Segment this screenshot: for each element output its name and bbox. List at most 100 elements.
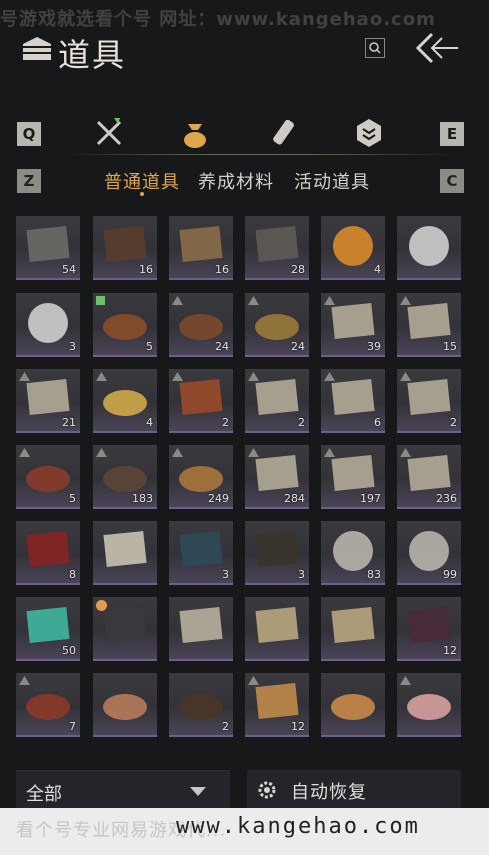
item-slot[interactable]: 197 bbox=[321, 445, 385, 509]
item-slot[interactable] bbox=[93, 673, 157, 737]
prev-category-key[interactable]: Q bbox=[17, 122, 41, 146]
item-slot[interactable] bbox=[169, 597, 233, 661]
filter-dropdown[interactable]: 全部 bbox=[16, 770, 230, 810]
item-slot[interactable]: 5 bbox=[93, 293, 157, 357]
item-count: 83 bbox=[367, 568, 381, 581]
item-grid: 54 16 16 28 4 3 5 24 24 39 15 21 4 2 2 6 2 5 183 249 284 197 2… bbox=[16, 216, 476, 756]
item-count: 249 bbox=[208, 492, 229, 505]
item-count: 3 bbox=[69, 340, 76, 353]
item-slot[interactable]: 21 bbox=[16, 369, 80, 433]
item-slot[interactable]: 28 bbox=[245, 216, 309, 280]
item-slot[interactable]: 83 bbox=[321, 521, 385, 585]
item-count: 183 bbox=[132, 492, 153, 505]
active-tab-dot bbox=[140, 192, 144, 196]
prev-subtab-key[interactable]: Z bbox=[17, 169, 41, 193]
item-count: 197 bbox=[360, 492, 381, 505]
item-slot[interactable]: 2 bbox=[397, 369, 461, 433]
watermark-bottom: 看个号专业网易游戏代... www.kangehao.com bbox=[0, 808, 489, 855]
tab-normal-items[interactable]: 普通道具 bbox=[104, 168, 180, 194]
item-count: 5 bbox=[69, 492, 76, 505]
item-slot[interactable]: 54 bbox=[16, 216, 80, 280]
item-slot[interactable]: 16 bbox=[93, 216, 157, 280]
item-count: 15 bbox=[443, 340, 457, 353]
item-count: 99 bbox=[443, 568, 457, 581]
item-count: 4 bbox=[374, 263, 381, 276]
item-slot[interactable] bbox=[397, 673, 461, 737]
item-count: 4 bbox=[146, 416, 153, 429]
item-slot[interactable]: 8 bbox=[16, 521, 80, 585]
item-slot[interactable]: 236 bbox=[397, 445, 461, 509]
item-count: 3 bbox=[298, 568, 305, 581]
item-slot[interactable]: 39 bbox=[321, 293, 385, 357]
watermark-url: www.kangehao.com bbox=[176, 814, 420, 839]
sect-emblem-icon bbox=[409, 226, 449, 266]
item-count: 2 bbox=[222, 416, 229, 429]
item-slot[interactable]: 3 bbox=[16, 293, 80, 357]
item-slot[interactable]: 24 bbox=[245, 293, 309, 357]
item-count: 16 bbox=[215, 263, 229, 276]
item-slot[interactable]: 12 bbox=[397, 597, 461, 661]
item-slot[interactable]: 7 bbox=[16, 673, 80, 737]
tab-materials[interactable]: 养成材料 bbox=[198, 168, 274, 194]
item-slot[interactable]: 50 bbox=[16, 597, 80, 661]
scroll-icon[interactable] bbox=[266, 116, 300, 150]
item-slot[interactable]: 183 bbox=[93, 445, 157, 509]
item-count: 50 bbox=[62, 644, 76, 657]
item-count: 2 bbox=[222, 720, 229, 733]
item-slot[interactable]: 15 bbox=[397, 293, 461, 357]
item-count: 12 bbox=[291, 720, 305, 733]
item-slot[interactable]: 3 bbox=[245, 521, 309, 585]
search-button[interactable] bbox=[365, 38, 385, 58]
item-slot[interactable]: 12 bbox=[245, 673, 309, 737]
next-subtab-key[interactable]: C bbox=[440, 169, 464, 193]
item-count: 24 bbox=[215, 340, 229, 353]
item-slot[interactable]: 2 bbox=[169, 369, 233, 433]
item-slot[interactable]: 2 bbox=[169, 673, 233, 737]
item-count: 2 bbox=[298, 416, 305, 429]
crossed-swords-icon[interactable] bbox=[92, 116, 126, 150]
item-slot[interactable]: 5 bbox=[16, 445, 80, 509]
item-slot[interactable]: 4 bbox=[93, 369, 157, 433]
item-count: 5 bbox=[146, 340, 153, 353]
item-count: 39 bbox=[367, 340, 381, 353]
page-title: 道具 bbox=[58, 36, 127, 74]
badge-icon[interactable] bbox=[352, 116, 386, 150]
tab-event-items[interactable]: 活动道具 bbox=[294, 168, 370, 194]
item-slot[interactable] bbox=[93, 597, 157, 661]
filter-label: 全部 bbox=[26, 784, 62, 805]
item-slot[interactable] bbox=[321, 673, 385, 737]
item-slot[interactable]: 2 bbox=[245, 369, 309, 433]
item-slot[interactable]: 4 bbox=[321, 216, 385, 280]
item-slot[interactable]: 6 bbox=[321, 369, 385, 433]
chevron-down-icon bbox=[190, 787, 206, 796]
item-count: 7 bbox=[69, 720, 76, 733]
item-count: 236 bbox=[436, 492, 457, 505]
item-slot[interactable]: 24 bbox=[169, 293, 233, 357]
item-slot[interactable]: 99 bbox=[397, 521, 461, 585]
item-slot[interactable]: 284 bbox=[245, 445, 309, 509]
item-count: 21 bbox=[62, 416, 76, 429]
item-count: 24 bbox=[291, 340, 305, 353]
clock-icon bbox=[96, 600, 107, 611]
letter-paper-icon bbox=[103, 530, 147, 568]
item-count: 6 bbox=[374, 416, 381, 429]
subtab-bar: Z 普通道具 养成材料 活动道具 C bbox=[0, 164, 489, 200]
auto-recover-button[interactable]: 自动恢复 bbox=[247, 770, 461, 810]
item-slot[interactable]: 3 bbox=[169, 521, 233, 585]
item-count: 54 bbox=[62, 263, 76, 276]
item-slot[interactable]: 16 bbox=[169, 216, 233, 280]
category-divider bbox=[60, 154, 460, 155]
next-category-key[interactable]: E bbox=[440, 122, 464, 146]
auto-recover-label: 自动恢复 bbox=[291, 782, 367, 803]
category-bar: Q E bbox=[0, 110, 489, 158]
item-slot[interactable] bbox=[397, 216, 461, 280]
item-slot[interactable] bbox=[93, 521, 157, 585]
back-button[interactable] bbox=[412, 32, 460, 64]
item-count: 2 bbox=[450, 416, 457, 429]
pouch-icon[interactable] bbox=[178, 116, 212, 150]
map-scroll-icon bbox=[331, 606, 375, 644]
item-slot[interactable] bbox=[245, 597, 309, 661]
item-count: 16 bbox=[139, 263, 153, 276]
item-slot[interactable]: 249 bbox=[169, 445, 233, 509]
item-slot[interactable] bbox=[321, 597, 385, 661]
